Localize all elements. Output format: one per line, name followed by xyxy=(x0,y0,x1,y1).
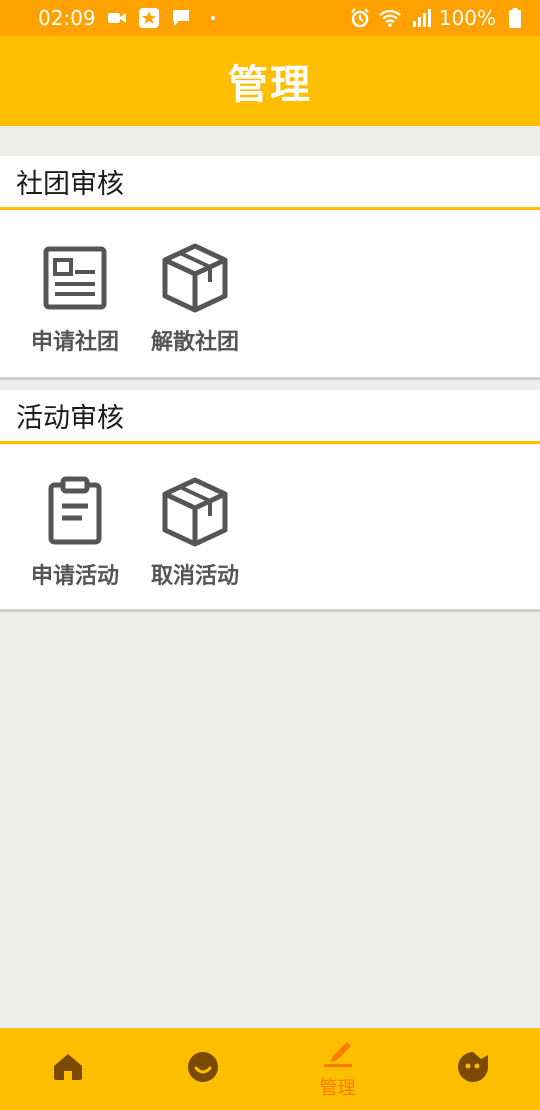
bottom-tab-bar: 管理 xyxy=(0,1028,540,1110)
pencil-icon xyxy=(321,1038,355,1072)
section-title: 活动审核 xyxy=(16,403,124,434)
tab-manage[interactable]: 管理 xyxy=(270,1028,405,1110)
tile-label: 申请活动 xyxy=(30,564,119,589)
dissolve-club-button[interactable]: 解散社团 xyxy=(140,242,250,362)
dot-icon xyxy=(202,7,224,29)
smile-face-icon xyxy=(187,1051,219,1087)
tile-label: 申请社团 xyxy=(30,330,119,355)
package-box-icon xyxy=(159,242,231,314)
cancel-activity-button[interactable]: 取消活动 xyxy=(140,476,250,596)
tab-discover[interactable] xyxy=(135,1028,270,1110)
package-box-icon xyxy=(159,476,231,548)
tile-label: 解散社团 xyxy=(150,330,239,355)
wifi-icon xyxy=(379,7,401,29)
tab-home[interactable] xyxy=(0,1028,135,1110)
home-icon xyxy=(52,1052,84,1086)
tile-label: 取消活动 xyxy=(150,564,239,589)
section-header-activity-review: 活动审核 xyxy=(0,390,540,444)
tab-profile[interactable] xyxy=(405,1028,540,1110)
apply-activity-button[interactable]: 申请活动 xyxy=(20,476,130,596)
chat-bubble-icon xyxy=(170,7,192,29)
tab-label: 管理 xyxy=(319,1078,356,1099)
status-bar: 02:09 100% xyxy=(0,0,540,36)
app-badge-icon xyxy=(138,7,160,29)
id-card-icon xyxy=(39,242,111,314)
section-body-club-review: 申请社团 解散社团 xyxy=(0,210,540,380)
signal-icon xyxy=(409,7,431,29)
profile-face-icon xyxy=(457,1051,489,1087)
battery-icon xyxy=(504,7,526,29)
app-header: 管理 xyxy=(0,36,540,126)
video-camera-icon xyxy=(106,7,128,29)
page-title: 管理 xyxy=(228,62,312,108)
apply-club-button[interactable]: 申请社团 xyxy=(20,242,130,362)
battery-percent: 100% xyxy=(438,6,496,30)
clipboard-icon xyxy=(39,476,111,548)
alarm-icon xyxy=(349,7,371,29)
status-time: 02:09 xyxy=(38,6,96,30)
section-title: 社团审核 xyxy=(16,169,124,200)
section-body-activity-review: 申请活动 取消活动 xyxy=(0,444,540,612)
section-header-club-review: 社团审核 xyxy=(0,156,540,210)
